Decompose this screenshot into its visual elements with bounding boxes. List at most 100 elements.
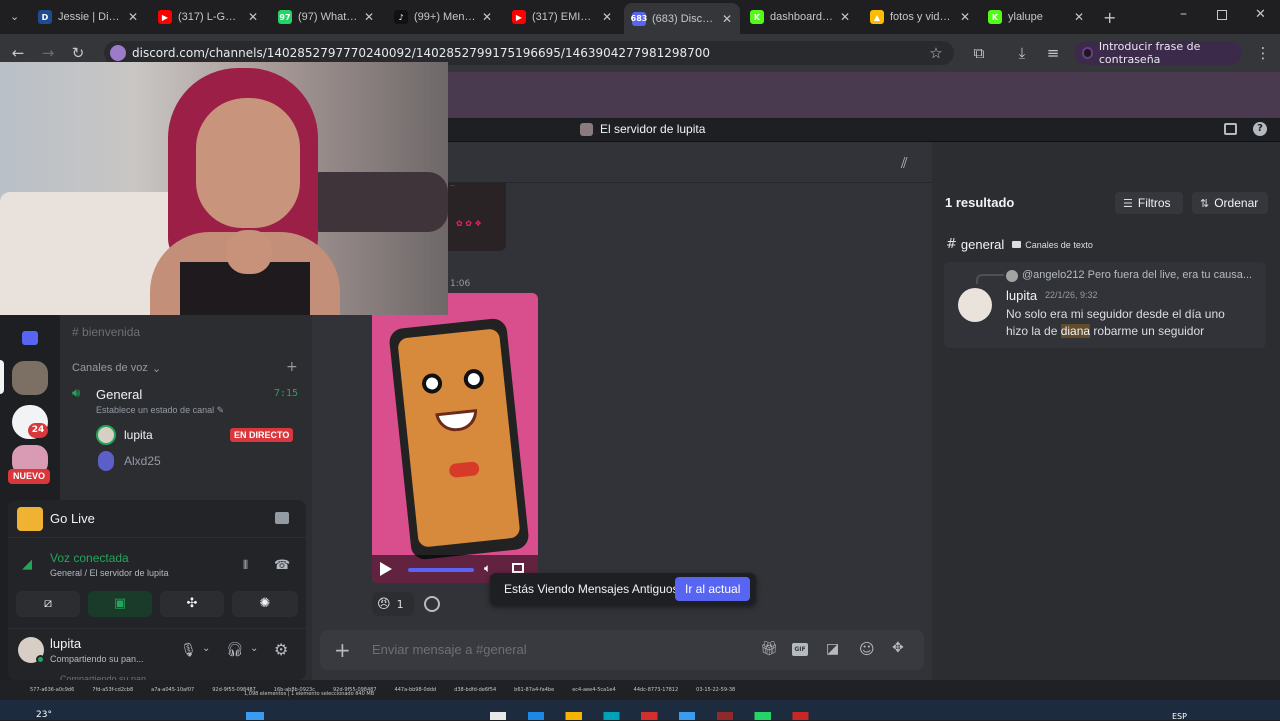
member-avatar [98,451,114,471]
result-channel-name[interactable]: general [961,237,1004,252]
help-icon[interactable]: ? [1253,122,1267,136]
new-tab-button[interactable]: + [1103,8,1116,27]
result-category-name: Canales de texto [1025,239,1093,250]
author-name[interactable]: lupita [1006,288,1037,303]
browser-tab[interactable]: 683 (683) Discord ✕ [624,3,740,34]
tab-title: (97) WhatsApp [298,11,358,23]
voice-location[interactable]: General / El servidor de lupita [50,568,169,578]
download-icon[interactable]: ⤓ [1013,44,1031,62]
add-attachment-icon[interactable]: + [334,638,351,662]
browser-tab[interactable]: Kdashboard.kick ✕ [742,5,858,29]
tab-close-icon[interactable]: ✕ [1074,10,1084,24]
result-message-text: No solo era mi seguidor desde el día uno… [1006,306,1246,340]
close-panel-icon[interactable] [275,512,289,524]
message-placeholder: Enviar mensaje a #general [372,642,527,657]
media-control-icon[interactable]: ≡ [1044,44,1062,62]
threads-icon[interactable]: ⫽ [901,154,908,172]
voice-category-header[interactable]: Canales de voz ⌄ [72,362,161,375]
mic-options-chevron-icon[interactable]: ⌄ [202,643,210,654]
gift-icon[interactable]: 🎁︎ [760,641,778,657]
play-icon[interactable] [380,562,392,576]
extensions-icon[interactable]: ⧉ [970,44,988,62]
sort-button[interactable]: ⇅ Ordenar [1192,192,1268,214]
browser-tab[interactable]: ▶ (317) L-Gante ✕ [150,5,266,29]
pencil-icon: ✎ [216,405,225,415]
browser-tab[interactable]: 97 (97) WhatsApp ✕ [270,5,382,29]
channel-status-hint[interactable]: Establece un estado de canal ✎ [96,405,224,416]
browser-tab[interactable]: D Jessie | Disney ✕ [30,5,146,29]
channel-name-partial: bienvenida [82,325,141,339]
sticker-icon[interactable]: ◪ [826,641,839,657]
voice-member-lupita[interactable]: lupita EN DIRECTO [96,425,300,445]
browser-menu-icon[interactable]: ⋮ [1254,44,1272,62]
disconnect-icon[interactable]: ☎ [274,558,290,573]
reload-icon[interactable]: ↻ [69,44,87,62]
tab-close-icon[interactable]: ✕ [840,10,850,24]
browser-tab[interactable]: ▶ (317) EMILIA ✕ [504,5,620,29]
headphones-icon[interactable]: 🎧︎ [226,642,244,658]
taskbar-app-icons [490,712,1030,720]
guild-icon-1[interactable] [12,361,48,395]
hash-icon: # [946,237,957,252]
tab-close-icon[interactable]: ✕ [248,10,258,24]
noise-suppression-icon[interactable]: ⫴ [243,558,248,573]
fullscreen-icon[interactable] [512,563,524,573]
settings-gear-icon[interactable]: ⚙ [274,640,288,659]
tab-favicon-icon: ▲ [870,10,884,24]
apps-icon[interactable]: ✥ [892,640,904,656]
add-reaction-icon[interactable] [424,596,440,612]
tab-close-icon[interactable]: ✕ [602,10,612,24]
browser-tab[interactable]: Kylalupe ✕ [980,5,1092,29]
tab-title: fotos y videos [890,11,954,23]
dm-home-icon[interactable] [22,331,38,345]
filters-label: Filtros [1137,196,1171,210]
emoji-icon[interactable]: ☺ [859,640,875,658]
site-info-icon[interactable] [110,45,126,61]
gif-icon[interactable]: GIF [792,643,808,656]
soundboard-button[interactable]: ✺ [232,591,298,617]
video-attachment[interactable]: 🔈︎ [372,293,538,583]
channel-item-partial[interactable]: # bienvenida [72,325,140,339]
browser-tab[interactable]: ▲ fotos y videos ✕ [862,5,978,29]
bookmark-star-icon[interactable]: ☆ [927,44,945,62]
close-window-button[interactable]: ✕ [1255,7,1266,22]
minimize-button[interactable]: – [1180,6,1187,22]
voice-member-alxd25[interactable]: Alxd25 [96,451,300,471]
search-result-card[interactable]: @angelo212 Pero fuera del live, era tu c… [944,262,1266,348]
tab-close-icon[interactable]: ✕ [364,10,374,24]
tab-close-icon[interactable]: ✕ [960,10,970,24]
back-arrow-icon[interactable]: ← [9,44,27,62]
tab-close-icon[interactable]: ✕ [128,10,138,24]
browser-tab[interactable]: ♪ (99+) Mensajes ✕ [386,5,500,29]
passphrase-button[interactable]: Introducir frase de contraseña [1074,40,1242,66]
restore-button[interactable] [1217,10,1227,20]
video-progress-bar[interactable] [408,568,474,572]
voice-channel-item[interactable]: 🔊︎ General 7:15 [72,386,302,404]
message-embed-thumbnail: ··· ✿ ✿ ❖ [448,183,506,251]
forward-arrow-icon[interactable]: → [39,44,57,62]
go-live-row[interactable]: Go Live [8,500,306,538]
guild-selected-pill [0,360,4,394]
jump-to-present-button[interactable]: Ir al actual [675,577,751,601]
tab-title: (683) Discord [652,12,716,25]
volume-icon[interactable]: 🔈︎ [484,561,491,576]
start-windows-icon[interactable] [246,712,264,720]
voice-status[interactable]: Voz conectada [50,551,129,565]
tab-favicon-icon: 683 [631,11,647,26]
create-channel-icon[interactable]: + [286,359,298,375]
tab-close-icon[interactable]: ✕ [722,12,732,26]
audio-options-chevron-icon[interactable]: ⌄ [250,643,258,654]
tab-list-chevron-icon[interactable]: ⌄ [10,10,19,23]
webcam-overlay[interactable] [0,62,448,315]
activities-button[interactable]: ✣ [160,591,224,617]
microphone-icon[interactable]: 🎙︎ [180,643,197,658]
tab-close-icon[interactable]: ✕ [482,10,492,24]
filters-button[interactable]: ☰ Filtros [1115,192,1183,214]
member-avatar [96,425,116,445]
inbox-icon[interactable] [1224,123,1237,135]
reaction-chip[interactable]: 😠 1 [372,592,414,616]
screen-share-button[interactable]: ▣ [88,591,152,617]
user-name[interactable]: lupita [50,636,81,651]
camera-off-button[interactable]: ⧄ [16,591,80,617]
message-composer[interactable]: + Enviar mensaje a #general 🎁︎ GIF ◪ ☺ ✥ [320,630,924,670]
